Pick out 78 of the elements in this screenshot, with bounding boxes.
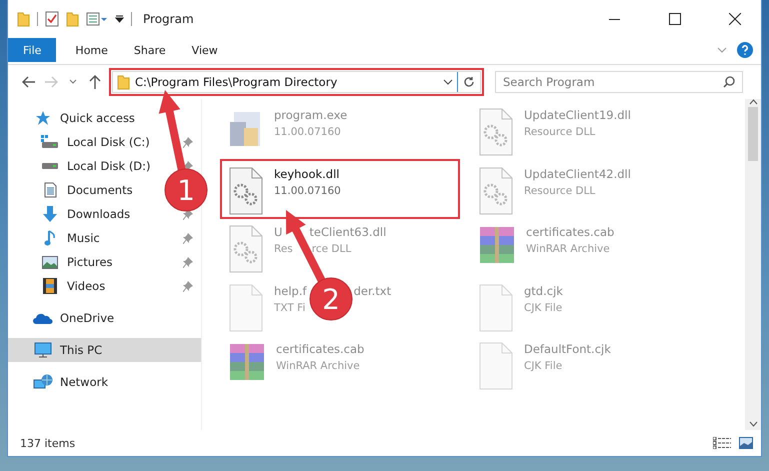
sidebar-item[interactable]: Network: [33, 374, 108, 390]
pin-icon[interactable]: [183, 256, 193, 268]
sidebar-item[interactable]: Downloads: [40, 206, 130, 222]
dropdown-icon[interactable]: [443, 79, 453, 85]
sidebar-item[interactable]: Local Disk (D:): [40, 159, 151, 173]
ribbon-tab[interactable]: Home: [62, 38, 121, 62]
music-icon: [44, 230, 56, 246]
file-name: gtd.cjk: [524, 284, 563, 298]
recent-locations-icon[interactable]: [69, 79, 77, 85]
ribbon-tab[interactable]: View: [178, 38, 231, 62]
file-name: der.txt: [354, 284, 392, 298]
file-name: help.f: [274, 284, 307, 298]
pictures-icon: [42, 256, 58, 268]
address-bar[interactable]: C:\Program Files\Program Directory: [112, 71, 481, 93]
file-detail: Resource DLL: [524, 126, 596, 138]
file-detail: WinRAR Archive: [276, 360, 360, 372]
search-field[interactable]: Search Program: [495, 71, 743, 93]
pin-icon[interactable]: [183, 208, 193, 220]
expand-ribbon-icon[interactable]: [717, 47, 727, 53]
sidebar-item[interactable]: Documents: [40, 182, 133, 198]
file-detail: CJK File: [524, 360, 562, 372]
sidebar-item[interactable]: Pictures: [40, 255, 113, 269]
downloads-icon: [42, 206, 58, 222]
cloud-icon: [33, 312, 53, 324]
view-icon[interactable]: [86, 12, 108, 26]
file-tab[interactable]: File: [8, 38, 56, 62]
file-name: keyhook.dll: [274, 166, 340, 180]
file-name: U: [274, 225, 282, 239]
ribbon-tab[interactable]: Share: [120, 38, 179, 62]
file-detail: 11.00.07160: [274, 126, 341, 138]
file-name: program.exe: [274, 108, 348, 122]
scroll-up-icon[interactable]: [748, 99, 758, 105]
file-name: DefaultFont.cjk: [524, 342, 611, 356]
file-detail: TXT Fi: [274, 302, 306, 314]
large-icons-view-icon[interactable]: [739, 437, 753, 449]
network-icon: [33, 374, 53, 390]
disk-windows-icon: [41, 135, 59, 149]
pin-icon[interactable]: [183, 280, 193, 292]
file-name: certificates.cab: [526, 225, 614, 239]
file-detail: CJK File: [524, 302, 562, 314]
step-badge: 1: [164, 168, 208, 212]
sidebar-item[interactable]: OneDrive: [33, 311, 114, 325]
close-icon[interactable]: [728, 13, 740, 25]
file-name: teClient63.dll: [309, 225, 386, 239]
details-view-icon[interactable]: [713, 437, 731, 449]
sidebar-item[interactable]: Local Disk (C:): [40, 135, 150, 149]
sidebar-item[interactable]: Quick access: [33, 111, 135, 125]
help-icon[interactable]: [737, 42, 753, 58]
sidebar-item[interactable]: This PC: [33, 342, 102, 358]
up-icon[interactable]: [89, 75, 101, 89]
item-count: 137 items: [20, 436, 76, 450]
search-icon[interactable]: [723, 76, 735, 88]
step-badge: 2: [310, 278, 352, 320]
pin-icon[interactable]: [183, 232, 193, 244]
pc-icon: [34, 342, 52, 358]
file-name: certificates.cab: [276, 342, 364, 356]
file-detail: WinRAR Archive: [526, 243, 610, 255]
minimize-icon[interactable]: [609, 18, 620, 20]
sidebar-item[interactable]: Music: [40, 230, 100, 246]
pin-icon[interactable]: [183, 136, 193, 148]
file-name: UpdateClient42.dll: [524, 166, 631, 180]
file-detail: Resource DLL: [524, 184, 596, 196]
file-detail: rce DLL: [312, 243, 352, 255]
sidebar-item[interactable]: Videos: [40, 278, 106, 294]
file-detail: Res: [274, 243, 293, 255]
window-title: Program: [143, 12, 194, 26]
file-name: UpdateClient19.dll: [524, 108, 631, 122]
star-icon: [35, 111, 51, 125]
customize-icon[interactable]: [115, 15, 124, 23]
documents-icon: [44, 182, 56, 198]
scrollbar-thumb[interactable]: [748, 107, 758, 161]
maximize-icon[interactable]: [668, 13, 680, 25]
scroll-down-icon[interactable]: [748, 421, 758, 427]
file-detail: 11.00.07160: [274, 184, 341, 196]
refresh-icon[interactable]: [463, 76, 475, 88]
back-icon[interactable]: [22, 76, 36, 88]
properties-icon[interactable]: [45, 11, 59, 27]
videos-icon: [43, 278, 57, 294]
